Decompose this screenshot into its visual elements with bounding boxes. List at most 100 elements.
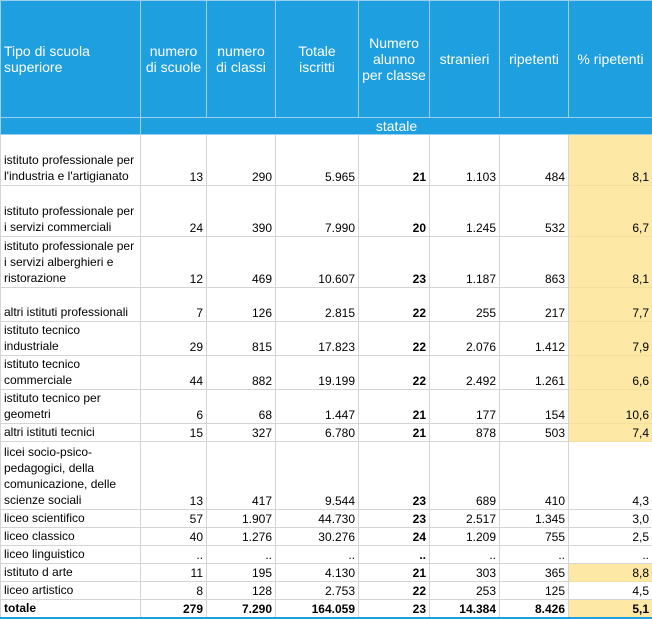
stranieri-cell: 878 — [430, 424, 500, 442]
school-type-cell: altri istituti tecnici — [1, 424, 141, 442]
pct-ripetenti-cell: 8,1 — [569, 237, 652, 288]
ripetenti-cell: 154 — [500, 390, 569, 424]
totale-iscritti-cell: 19.199 — [276, 356, 359, 390]
alunno-per-classe-cell: 23 — [359, 442, 430, 510]
school-type-cell: istituto professionale per i servizi alb… — [1, 237, 141, 288]
totale-iscritti-cell: 9.544 — [276, 442, 359, 510]
numero-classi-cell: 390 — [207, 186, 276, 237]
school-type-cell: istituto d arte — [1, 564, 141, 582]
pct-ripetenti-cell: 6,7 — [569, 186, 652, 237]
totale-iscritti-cell: 30.276 — [276, 528, 359, 546]
numero-scuole-cell: 13 — [141, 135, 207, 186]
alunno-per-classe-cell: 20 — [359, 186, 430, 237]
numero-scuole-cell: 8 — [141, 582, 207, 600]
school-type-cell: istituto professionale per i servizi com… — [1, 186, 141, 237]
numero-scuole-cell: 6 — [141, 390, 207, 424]
stranieri-cell: 177 — [430, 390, 500, 424]
subheader-row: statale — [1, 118, 652, 135]
header-row: Tipo di scuola superiore numero di scuol… — [1, 1, 652, 118]
table-row: istituto tecnico industriale2981517.8232… — [1, 322, 652, 356]
ripetenti-cell: 217 — [500, 288, 569, 322]
totale-iscritti-cell: 4.130 — [276, 564, 359, 582]
numero-classi-cell: 68 — [207, 390, 276, 424]
pct-ripetenti-cell: 4,3 — [569, 442, 652, 510]
pct-ripetenti-cell: .. — [569, 546, 652, 564]
header-stranieri: stranieri — [430, 1, 500, 118]
totale-iscritti-cell: 6.780 — [276, 424, 359, 442]
alunno-per-classe-cell: 21 — [359, 390, 430, 424]
pct-ripetenti-cell: 5,1 — [569, 600, 652, 619]
alunno-per-classe-cell: .. — [359, 546, 430, 564]
table-row: altri istituti professionali71262.815222… — [1, 288, 652, 322]
numero-classi-cell: 290 — [207, 135, 276, 186]
school-type-cell: istituto tecnico per geometri — [1, 390, 141, 424]
numero-classi-cell: 815 — [207, 322, 276, 356]
numero-scuole-cell: 279 — [141, 600, 207, 619]
ripetenti-cell: 410 — [500, 442, 569, 510]
header-pct-ripetenti: % ripetenti — [569, 1, 652, 118]
numero-classi-cell: 469 — [207, 237, 276, 288]
numero-classi-cell: 882 — [207, 356, 276, 390]
pct-ripetenti-cell: 8,8 — [569, 564, 652, 582]
school-type-cell: licei socio-psico-pedagogici, della comu… — [1, 442, 141, 510]
ripetenti-cell: 125 — [500, 582, 569, 600]
ripetenti-cell: 484 — [500, 135, 569, 186]
ripetenti-cell: 1.345 — [500, 510, 569, 528]
pct-ripetenti-cell: 6,6 — [569, 356, 652, 390]
header-numero-scuole: numero di scuole — [141, 1, 207, 118]
table-row: altri istituti tecnici153276.78021878503… — [1, 424, 652, 442]
header-numero-classi: numero di classi — [207, 1, 276, 118]
school-type-cell: istituto professionale per l'industria e… — [1, 135, 141, 186]
alunno-per-classe-cell: 21 — [359, 564, 430, 582]
subheader-statale: statale — [141, 118, 652, 135]
subheader-spacer — [1, 118, 141, 135]
school-type-cell: liceo linguistico — [1, 546, 141, 564]
school-type-cell: istituto tecnico commerciale — [1, 356, 141, 390]
ripetenti-cell: 8.426 — [500, 600, 569, 619]
stranieri-cell: .. — [430, 546, 500, 564]
pct-ripetenti-cell: 3,0 — [569, 510, 652, 528]
table-body: istituto professionale per l'industria e… — [1, 135, 652, 619]
ripetenti-cell: .. — [500, 546, 569, 564]
pct-ripetenti-cell: 7,4 — [569, 424, 652, 442]
alunno-per-classe-cell: 21 — [359, 135, 430, 186]
ripetenti-cell: 1.412 — [500, 322, 569, 356]
totale-iscritti-cell: 44.730 — [276, 510, 359, 528]
numero-classi-cell: 126 — [207, 288, 276, 322]
ripetenti-cell: 1.261 — [500, 356, 569, 390]
stranieri-cell: 255 — [430, 288, 500, 322]
alunno-per-classe-cell: 22 — [359, 356, 430, 390]
numero-classi-cell: 128 — [207, 582, 276, 600]
ripetenti-cell: 365 — [500, 564, 569, 582]
alunno-per-classe-cell: 23 — [359, 237, 430, 288]
stranieri-cell: 2.076 — [430, 322, 500, 356]
numero-classi-cell: 417 — [207, 442, 276, 510]
school-type-cell: totale — [1, 600, 141, 619]
header-alunno-per-classe: Numero alunno per classe — [359, 1, 430, 118]
totale-iscritti-cell: 164.059 — [276, 600, 359, 619]
totale-iscritti-cell: 1.447 — [276, 390, 359, 424]
numero-scuole-cell: 12 — [141, 237, 207, 288]
stranieri-cell: 1.209 — [430, 528, 500, 546]
school-type-cell: liceo scientifico — [1, 510, 141, 528]
numero-classi-cell: 7.290 — [207, 600, 276, 619]
total-row: totale2797.290164.0592314.3848.4265,1 — [1, 600, 652, 619]
school-type-cell: istituto tecnico industriale — [1, 322, 141, 356]
alunno-per-classe-cell: 22 — [359, 322, 430, 356]
numero-scuole-cell: 15 — [141, 424, 207, 442]
alunno-per-classe-cell: 23 — [359, 600, 430, 619]
pct-ripetenti-cell: 7,7 — [569, 288, 652, 322]
table-row: istituto professionale per l'industria e… — [1, 135, 652, 186]
stranieri-cell: 1.187 — [430, 237, 500, 288]
school-type-cell: altri istituti professionali — [1, 288, 141, 322]
ripetenti-cell: 532 — [500, 186, 569, 237]
table-row: licei socio-psico-pedagogici, della comu… — [1, 442, 652, 510]
ripetenti-cell: 503 — [500, 424, 569, 442]
pct-ripetenti-cell: 2,5 — [569, 528, 652, 546]
totale-iscritti-cell: 10.607 — [276, 237, 359, 288]
numero-scuole-cell: 29 — [141, 322, 207, 356]
alunno-per-classe-cell: 21 — [359, 424, 430, 442]
table-row: liceo linguistico.............. — [1, 546, 652, 564]
school-statistics-table: Tipo di scuola superiore numero di scuol… — [0, 0, 652, 619]
numero-classi-cell: 1.907 — [207, 510, 276, 528]
